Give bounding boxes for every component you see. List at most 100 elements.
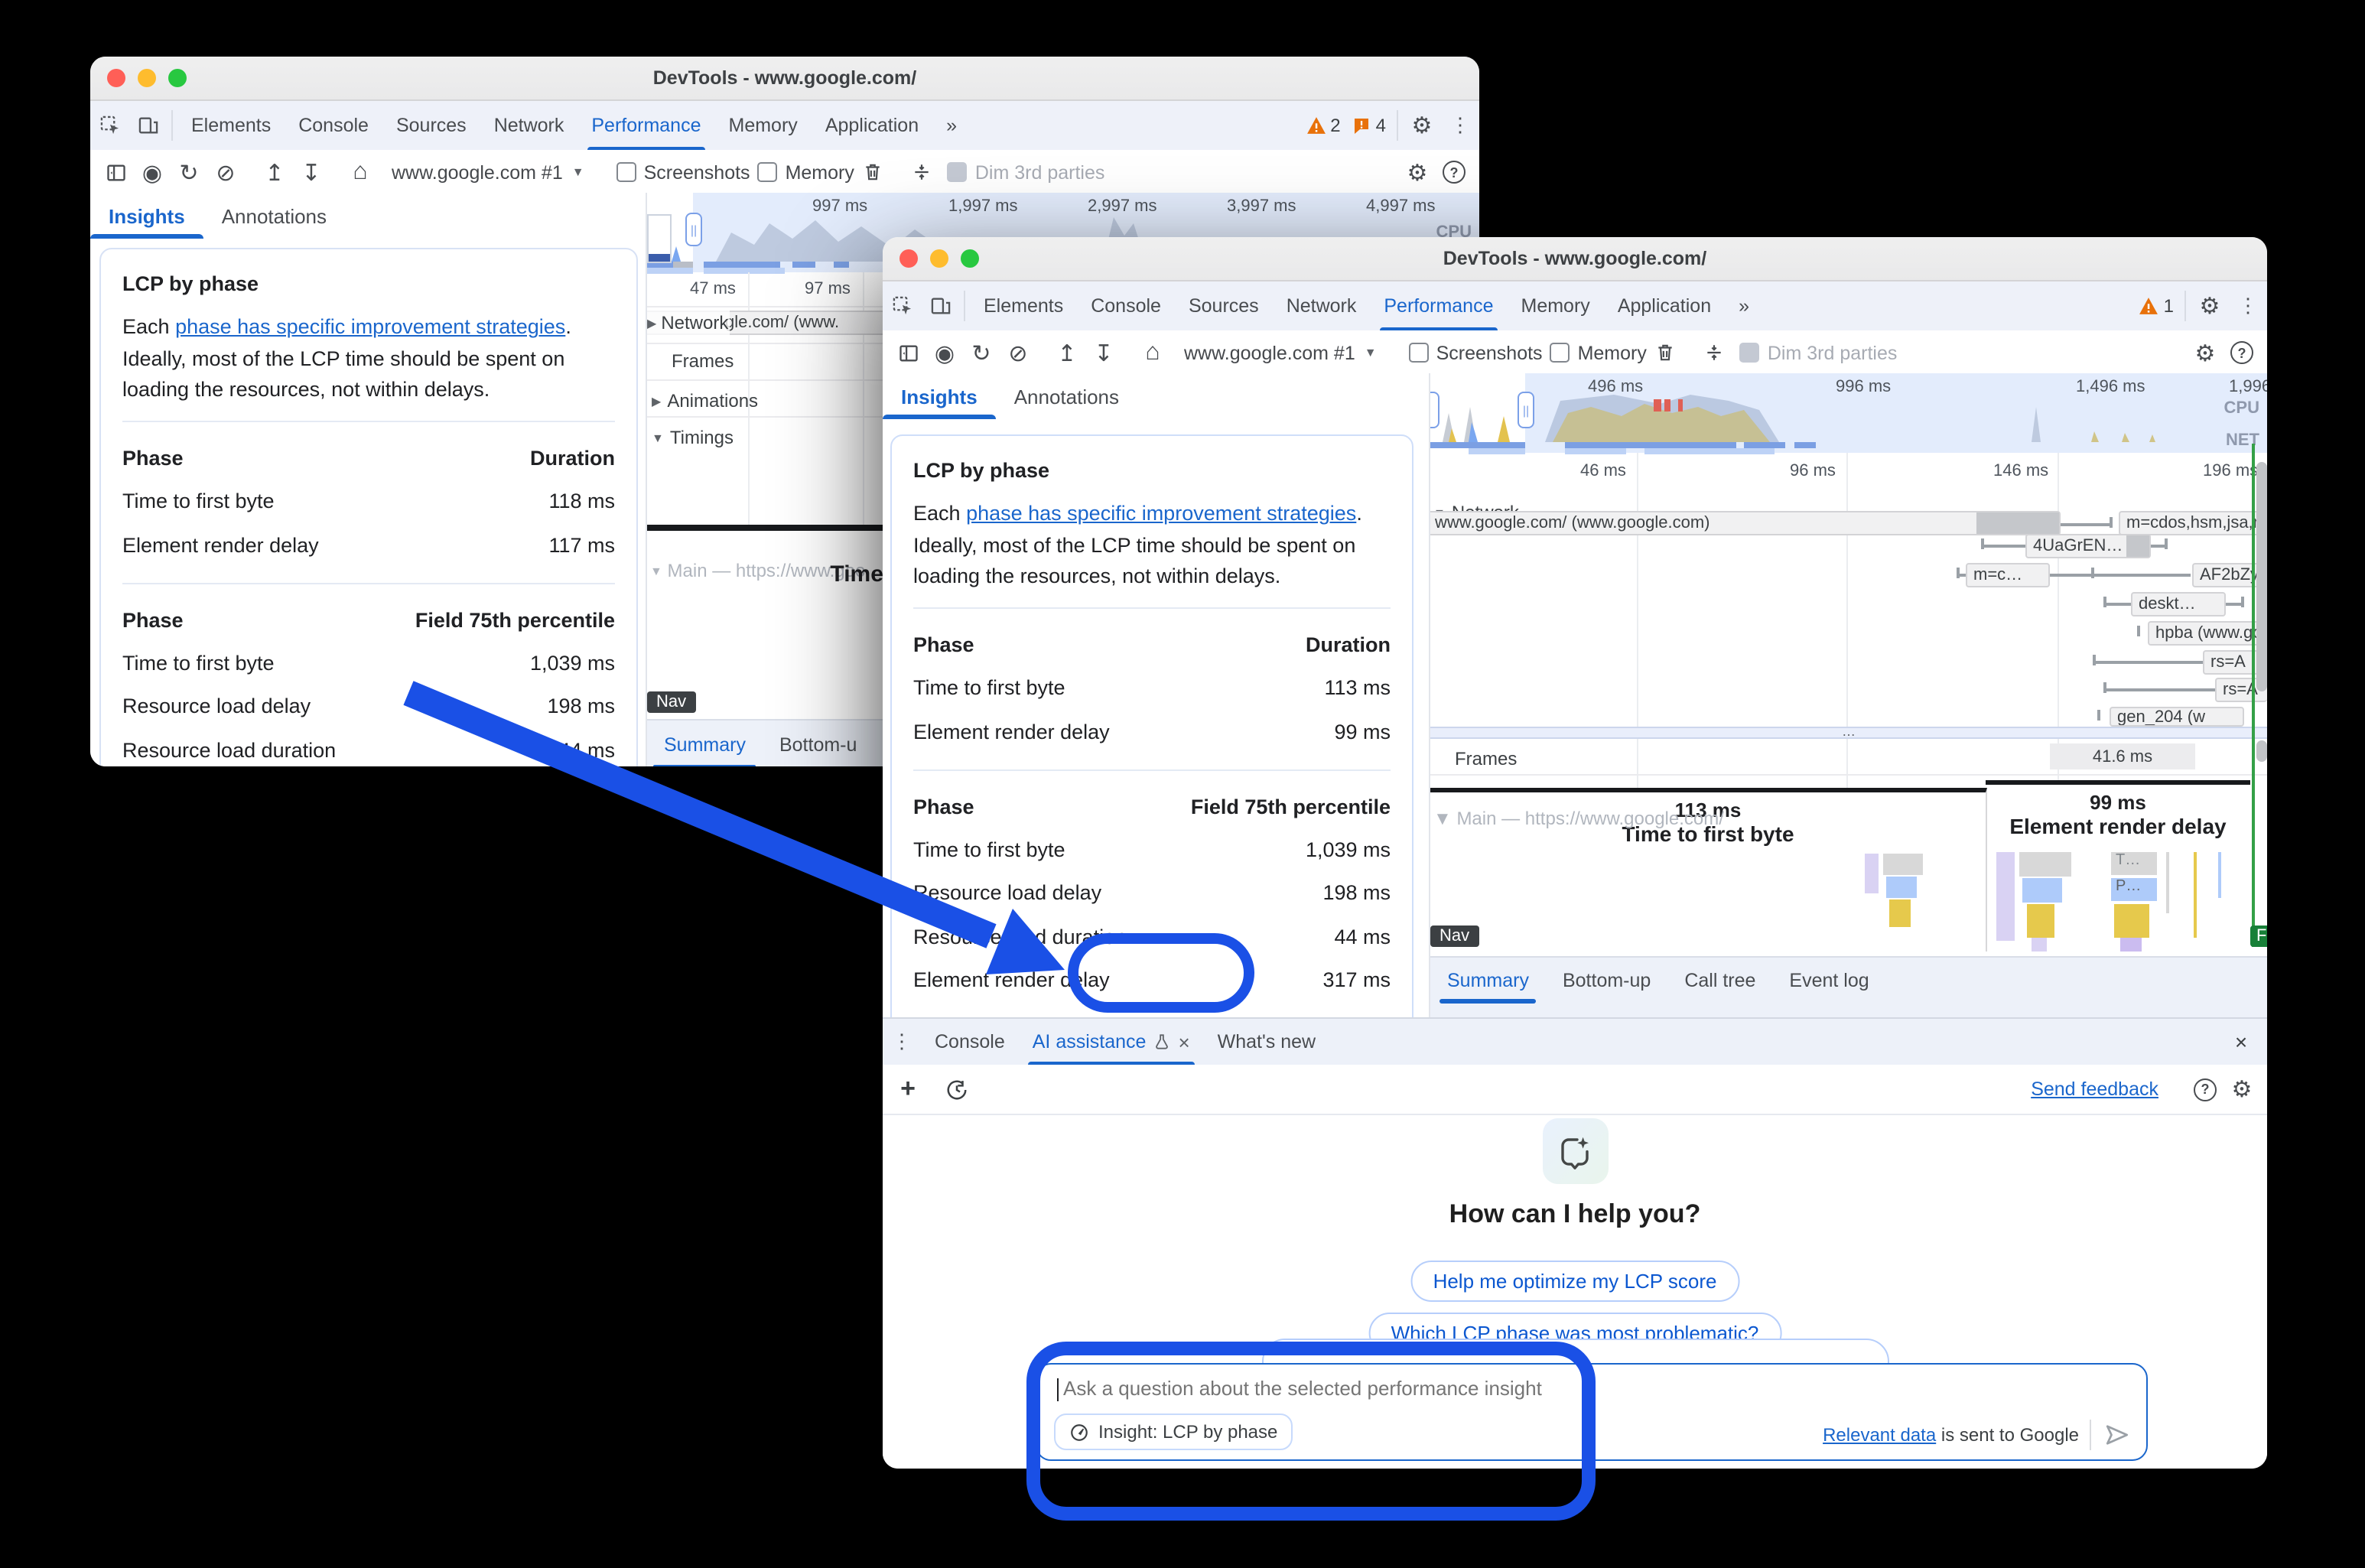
- tab-summary[interactable]: Summary: [647, 721, 763, 766]
- tab-ai-assistance[interactable]: AI assistance ×: [1019, 1019, 1204, 1065]
- minimize-window-button[interactable]: [930, 249, 948, 268]
- frames-track-label[interactable]: Frames: [672, 350, 734, 372]
- tab-memory[interactable]: Memory: [1508, 281, 1604, 330]
- tab-insights[interactable]: Insights: [90, 193, 203, 239]
- tab-sources[interactable]: Sources: [1175, 281, 1273, 330]
- tab-annotations[interactable]: Annotations: [203, 193, 345, 239]
- panel-settings-gear-icon[interactable]: ⚙: [1400, 155, 1435, 189]
- improvement-strategies-link[interactable]: phase has specific improvement strategie…: [175, 316, 565, 339]
- tab-console[interactable]: Console: [1077, 281, 1175, 330]
- issues-badge[interactable]: 4: [1347, 101, 1392, 150]
- more-tabs-chevron-icon[interactable]: »: [932, 101, 971, 150]
- chat-history-icon[interactable]: [939, 1072, 974, 1106]
- dim-3rd-parties-checkbox[interactable]: Dim 3rd parties: [1734, 342, 1898, 363]
- save-profile-icon[interactable]: ↥: [257, 155, 292, 189]
- flame-task-block[interactable]: P…: [2111, 878, 2157, 901]
- drawer-more-menu-icon[interactable]: ⋮: [883, 1019, 921, 1065]
- clear-icon[interactable]: ⊘: [1000, 336, 1036, 369]
- collect-garbage-icon[interactable]: [1648, 336, 1683, 369]
- home-icon[interactable]: ⌂: [1135, 336, 1170, 369]
- network-track-header[interactable]: ▶Network: [647, 307, 730, 338]
- more-menu-icon[interactable]: ⋮: [1441, 101, 1479, 150]
- close-window-button[interactable]: [899, 249, 918, 268]
- tab-console[interactable]: Console: [285, 101, 382, 150]
- reload-record-icon[interactable]: ↻: [964, 336, 999, 369]
- minimize-window-button[interactable]: [138, 69, 156, 87]
- tab-summary[interactable]: Summary: [1430, 958, 1546, 1004]
- send-message-icon[interactable]: [2103, 1421, 2131, 1449]
- tab-performance[interactable]: Performance: [1370, 281, 1507, 330]
- reload-record-icon[interactable]: ↻: [171, 155, 207, 189]
- tab-call-tree[interactable]: Call tree: [1667, 958, 1772, 1004]
- network-request-bar[interactable]: www.google.com/ (www.google.com): [1430, 511, 2061, 535]
- titlebar[interactable]: DevTools - www.google.com/: [883, 237, 2267, 281]
- drawer-settings-gear-icon[interactable]: ⚙: [2224, 1072, 2259, 1106]
- frames-track-label[interactable]: Frames: [1455, 748, 1517, 769]
- scrollbar-thumb[interactable]: [2256, 462, 2267, 691]
- record-icon[interactable]: ◉: [927, 336, 962, 369]
- tab-bottom-up[interactable]: Bottom-u: [763, 721, 873, 766]
- traffic-lights[interactable]: [107, 69, 187, 87]
- screenshot-thumbnail[interactable]: [647, 214, 672, 263]
- clear-icon[interactable]: ⊘: [208, 155, 243, 189]
- tab-elements[interactable]: Elements: [177, 101, 285, 150]
- toggle-sidebar-icon[interactable]: [98, 155, 133, 189]
- traffic-lights[interactable]: [899, 249, 979, 268]
- timeline-minimap[interactable]: 496 ms 996 ms 1,496 ms 1,996 CPU NET ||: [1430, 373, 2267, 453]
- settings-gear-icon[interactable]: ⚙: [1403, 101, 1441, 150]
- tab-elements[interactable]: Elements: [970, 281, 1077, 330]
- network-request-bar[interactable]: hpba (www.goog: [2148, 621, 2267, 646]
- relevant-data-link[interactable]: Relevant data: [1823, 1424, 1936, 1446]
- inspect-icon[interactable]: [883, 281, 921, 330]
- warnings-badge[interactable]: 2: [1300, 101, 1346, 150]
- drawer-help-icon[interactable]: ?: [2188, 1072, 2223, 1106]
- history-select[interactable]: www.google.com #1▼: [379, 161, 597, 183]
- home-icon[interactable]: ⌂: [343, 155, 378, 189]
- help-icon[interactable]: ?: [1436, 155, 1472, 189]
- help-icon[interactable]: ?: [2224, 336, 2259, 369]
- ai-question-input-container[interactable]: Insight: LCP by phase Relevant data is s…: [1036, 1363, 2148, 1461]
- tab-sources[interactable]: Sources: [382, 101, 480, 150]
- lcp-insight-card[interactable]: LCP by phase Each phase has specific imp…: [99, 248, 638, 766]
- more-tabs-chevron-icon[interactable]: »: [1725, 281, 1763, 330]
- shortcuts-dialog-icon[interactable]: [1697, 336, 1732, 369]
- tab-network[interactable]: Network: [480, 101, 578, 150]
- screenshots-checkbox[interactable]: Screenshots: [610, 161, 750, 183]
- tab-application[interactable]: Application: [812, 101, 932, 150]
- device-toolbar-icon[interactable]: [921, 281, 959, 330]
- memory-checkbox[interactable]: Memory: [752, 161, 854, 183]
- minimap-drag-handle[interactable]: ||: [685, 213, 702, 246]
- insight-context-chip[interactable]: Insight: LCP by phase: [1054, 1413, 1293, 1450]
- tab-bottom-up[interactable]: Bottom-up: [1546, 958, 1667, 1004]
- timings-track-header[interactable]: ▼Timings: [652, 424, 734, 451]
- tab-application[interactable]: Application: [1604, 281, 1725, 330]
- new-chat-icon[interactable]: +: [890, 1072, 926, 1106]
- tab-memory[interactable]: Memory: [715, 101, 812, 150]
- close-drawer-icon[interactable]: ×: [2215, 1019, 2267, 1065]
- more-menu-icon[interactable]: ⋮: [2229, 281, 2267, 330]
- load-profile-icon[interactable]: ↧: [294, 155, 329, 189]
- frame-duration-badge[interactable]: 41.6 ms: [2050, 743, 2195, 769]
- memory-checkbox[interactable]: Memory: [1544, 342, 1647, 363]
- tab-annotations[interactable]: Annotations: [996, 373, 1137, 419]
- panel-settings-gear-icon[interactable]: ⚙: [2188, 336, 2223, 369]
- record-icon[interactable]: ◉: [135, 155, 170, 189]
- shortcuts-dialog-icon[interactable]: [905, 155, 940, 189]
- collect-garbage-icon[interactable]: [856, 155, 891, 189]
- tab-drawer-console[interactable]: Console: [921, 1019, 1019, 1065]
- titlebar[interactable]: DevTools - www.google.com/: [90, 57, 1479, 101]
- tab-insights[interactable]: Insights: [883, 373, 996, 419]
- history-select[interactable]: www.google.com #1▼: [1172, 342, 1389, 363]
- inspect-icon[interactable]: [90, 101, 128, 150]
- network-request-bar[interactable]: gen_204 (w: [2110, 707, 2244, 727]
- ai-question-input[interactable]: [1060, 1375, 1709, 1401]
- tab-network[interactable]: Network: [1273, 281, 1371, 330]
- network-request-bar[interactable]: deskt…: [2131, 592, 2226, 616]
- warnings-badge[interactable]: 1: [2133, 281, 2180, 330]
- send-feedback-link[interactable]: Send feedback: [2031, 1078, 2158, 1100]
- screenshots-checkbox[interactable]: Screenshots: [1403, 342, 1543, 363]
- animations-track-header[interactable]: ▶Animations: [652, 387, 758, 415]
- close-window-button[interactable]: [107, 69, 125, 87]
- load-profile-icon[interactable]: ↧: [1086, 336, 1121, 369]
- improvement-strategies-link[interactable]: phase has specific improvement strategie…: [966, 503, 1356, 525]
